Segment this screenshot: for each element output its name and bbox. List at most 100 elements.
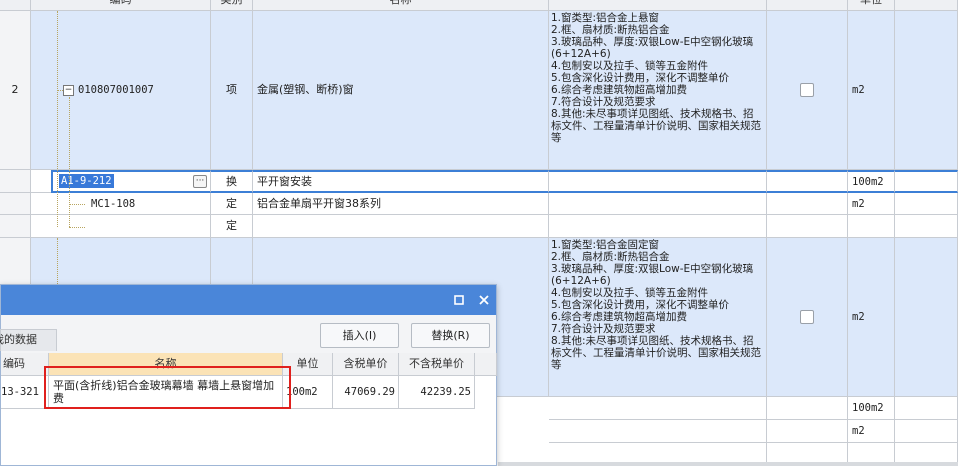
maximize-icon[interactable] — [452, 293, 466, 307]
tab-my-data[interactable]: 我的数据 — [0, 329, 57, 351]
features-cell[interactable] — [549, 215, 767, 238]
row-number[interactable] — [0, 170, 31, 193]
insert-button[interactable]: 插入(I) — [320, 323, 399, 348]
result-notax-price: 42239.25 — [420, 386, 471, 398]
col-tax-price-header[interactable]: 含税单价 — [333, 353, 399, 376]
collapse-toggle-icon[interactable]: − — [63, 84, 74, 96]
category-label: 定 — [226, 219, 237, 232]
result-tax-price-cell[interactable]: 47069.29 — [333, 376, 399, 409]
category-cell[interactable]: 定 — [211, 193, 253, 215]
name-cell[interactable]: 金属(塑钢、断桥)窗 — [253, 11, 549, 170]
tree-connector — [57, 11, 58, 227]
checkbox[interactable] — [800, 83, 814, 97]
col-code-label: 编码 — [3, 357, 25, 370]
header-unit[interactable]: 单位 — [848, 0, 895, 11]
unit-cell[interactable]: 100m2 — [848, 397, 895, 420]
header-code-label: 编码 — [110, 0, 132, 6]
code-cell[interactable]: MC1-108 — [31, 193, 211, 215]
replace-button-label: 替换(R) — [431, 329, 470, 342]
header-category[interactable]: 类别 — [211, 0, 253, 11]
extra-cell[interactable] — [895, 170, 958, 193]
result-code: 13-321 — [1, 386, 39, 398]
code-cell[interactable] — [31, 215, 211, 238]
category-cell[interactable]: 项 — [211, 11, 253, 170]
features-cell[interactable]: 1.窗类型:铝合金固定窗 2.框、扇材质:断热铝合金 3.玻璃品种、厚度:双银L… — [549, 238, 767, 397]
col-filler-header — [475, 353, 497, 376]
tab-my-data-label: 我的数据 — [0, 333, 37, 346]
unit-cell[interactable] — [848, 215, 895, 238]
flag-cell[interactable] — [767, 215, 848, 238]
unit-label: m2 — [852, 197, 865, 210]
features-text: 1.窗类型:铝合金上悬窗 2.框、扇材质:断热铝合金 3.玻璃品种、厚度:双银L… — [551, 12, 761, 144]
header-code[interactable]: 编码 — [31, 0, 211, 11]
category-cell[interactable]: 定 — [211, 215, 253, 238]
tree-connector — [69, 227, 85, 228]
features-cell[interactable] — [549, 420, 767, 443]
horizontal-scrollbar[interactable] — [498, 462, 958, 466]
category-label: 换 — [226, 174, 237, 188]
tree-connector — [57, 90, 63, 91]
category-cell[interactable]: 换 — [211, 170, 253, 193]
extra-cell[interactable] — [895, 397, 958, 420]
category-label: 项 — [226, 83, 237, 96]
item-name: 平开窗安装 — [257, 174, 312, 188]
flag-cell[interactable] — [767, 238, 848, 397]
result-code-cell[interactable]: 13-321 — [1, 376, 49, 409]
unit-cell[interactable]: m2 — [848, 193, 895, 215]
flag-cell[interactable] — [767, 420, 848, 443]
features-cell[interactable] — [549, 397, 767, 420]
insert-button-label: 插入(I) — [342, 329, 377, 342]
col-notax-price-label: 不含税单价 — [409, 357, 464, 370]
name-cell[interactable]: 铝合金单扇平开窗38系列 — [253, 193, 549, 215]
row-number[interactable] — [0, 193, 31, 215]
dialog-title-bar[interactable] — [1, 285, 496, 315]
close-icon[interactable] — [477, 293, 491, 307]
flag-cell[interactable] — [767, 397, 848, 420]
features-text: 1.窗类型:铝合金固定窗 2.框、扇材质:断热铝合金 3.玻璃品种、厚度:双银L… — [551, 239, 761, 371]
extra-cell[interactable] — [895, 238, 958, 397]
code-edit-input[interactable]: A1-9-212 — [59, 174, 114, 188]
unit-cell[interactable]: m2 — [848, 11, 895, 170]
unit-label: m2 — [852, 311, 865, 323]
extra-cell[interactable] — [895, 11, 958, 170]
row-number[interactable]: 2 — [0, 11, 31, 170]
features-cell[interactable]: 1.窗类型:铝合金上悬窗 2.框、扇材质:断热铝合金 3.玻璃品种、厚度:双银L… — [549, 11, 767, 170]
features-cell[interactable] — [549, 170, 767, 193]
replace-item-dialog: 我的数据 插入(I) 替换(R) 编码 名称 单位 含税单价 不含税单价 13-… — [0, 284, 497, 466]
header-flag[interactable] — [767, 0, 848, 11]
result-notax-price-cell[interactable]: 42239.25 — [399, 376, 475, 409]
row-number[interactable] — [0, 215, 31, 238]
result-tax-price: 47069.29 — [344, 386, 395, 398]
extra-cell[interactable] — [895, 420, 958, 443]
more-options-button[interactable]: ··· — [193, 175, 207, 188]
name-cell[interactable]: 平开窗安装 — [253, 170, 549, 193]
header-unit-label: 单位 — [860, 0, 882, 6]
unit-label: m2 — [852, 84, 865, 96]
extra-cell[interactable] — [895, 193, 958, 215]
replace-button[interactable]: 替换(R) — [411, 323, 490, 348]
header-features[interactable] — [549, 0, 767, 11]
extra-cell[interactable] — [895, 215, 958, 238]
item-name: 铝合金单扇平开窗38系列 — [257, 196, 381, 210]
unit-label: 100m2 — [852, 175, 884, 188]
item-code: MC1-108 — [91, 197, 136, 210]
header-name[interactable]: 名称 — [253, 0, 549, 11]
tree-connector — [69, 97, 70, 227]
tree-connector — [69, 204, 85, 205]
unit-cell[interactable]: 100m2 — [848, 170, 895, 193]
header-extra[interactable] — [895, 0, 958, 11]
checkbox[interactable] — [800, 310, 814, 324]
flag-cell[interactable] — [767, 193, 848, 215]
unit-cell[interactable]: m2 — [848, 420, 895, 443]
col-unit-label: 单位 — [296, 357, 319, 370]
name-cell[interactable] — [253, 215, 549, 238]
flag-cell[interactable] — [767, 170, 848, 193]
flag-cell[interactable] — [767, 11, 848, 170]
unit-cell[interactable]: m2 — [848, 238, 895, 397]
col-notax-price-header[interactable]: 不含税单价 — [399, 353, 475, 376]
features-cell[interactable] — [549, 193, 767, 215]
col-code-header[interactable]: 编码 — [1, 353, 49, 376]
header-name-label: 名称 — [390, 0, 412, 6]
code-edit-cell[interactable]: A1-9-212 ··· — [51, 170, 211, 193]
tree-connector — [57, 238, 58, 288]
